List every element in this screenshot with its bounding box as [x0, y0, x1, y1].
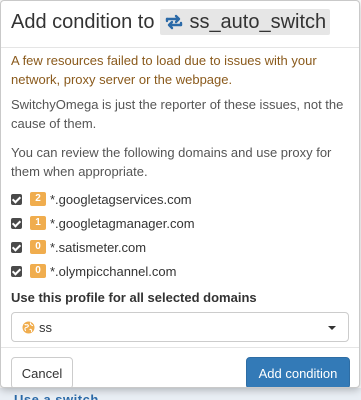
use-profile-label: Use this profile for all selected domain… [11, 290, 257, 305]
background-page-strip: Use a switch [0, 388, 361, 400]
review-note: You can review the following domains and… [11, 145, 332, 179]
add-condition-dialog: Add condition to ss_auto_switch A few re… [0, 0, 360, 388]
profile-chip: ss_auto_switch [160, 9, 331, 35]
domain-name: *.googletagmanager.com [50, 215, 195, 231]
failure-count-badge: 2 [30, 192, 46, 206]
domain-row[interactable]: 2 *.googletagservices.com [11, 187, 351, 211]
domain-row[interactable]: 0 *.olympicchannel.com [11, 259, 351, 283]
warning-message: A few resources failed to load due to is… [11, 53, 317, 87]
domain-list: 2 *.googletagservices.com 1 *.googletagm… [11, 187, 351, 283]
background-snippet: Use a switch [14, 392, 99, 400]
dialog-header: Add condition to ss_auto_switch [1, 1, 359, 48]
domain-row[interactable]: 1 *.googletagmanager.com [11, 211, 351, 235]
failure-count-badge: 0 [30, 264, 46, 278]
footer-divider [1, 347, 359, 348]
title-prefix: Add condition to [11, 10, 155, 33]
switch-arrows-icon [166, 14, 183, 30]
failure-count-badge: 0 [30, 240, 46, 254]
failure-count-badge: 1 [30, 216, 46, 230]
domain-name: *.satismeter.com [50, 239, 147, 255]
domain-row[interactable]: 0 *.satismeter.com [11, 235, 351, 259]
domain-name: *.googletagservices.com [50, 191, 192, 207]
add-condition-button[interactable]: Add condition [246, 357, 350, 387]
dialog-title: Add condition to ss_auto_switch [11, 9, 331, 35]
profile-name: ss_auto_switch [189, 10, 327, 33]
profile-select-value: ss [39, 319, 52, 335]
reporter-note: SwitchyOmega is just the reporter of the… [11, 97, 344, 131]
domain-checkbox[interactable] [11, 265, 22, 277]
cancel-button[interactable]: Cancel [11, 357, 73, 387]
domain-checkbox[interactable] [11, 217, 22, 229]
chevron-down-icon [328, 326, 336, 330]
domain-checkbox[interactable] [11, 193, 22, 205]
domain-checkbox[interactable] [11, 241, 22, 253]
profile-select[interactable]: ss [11, 312, 349, 342]
globe-icon [22, 321, 35, 334]
domain-name: *.olympicchannel.com [50, 263, 177, 279]
